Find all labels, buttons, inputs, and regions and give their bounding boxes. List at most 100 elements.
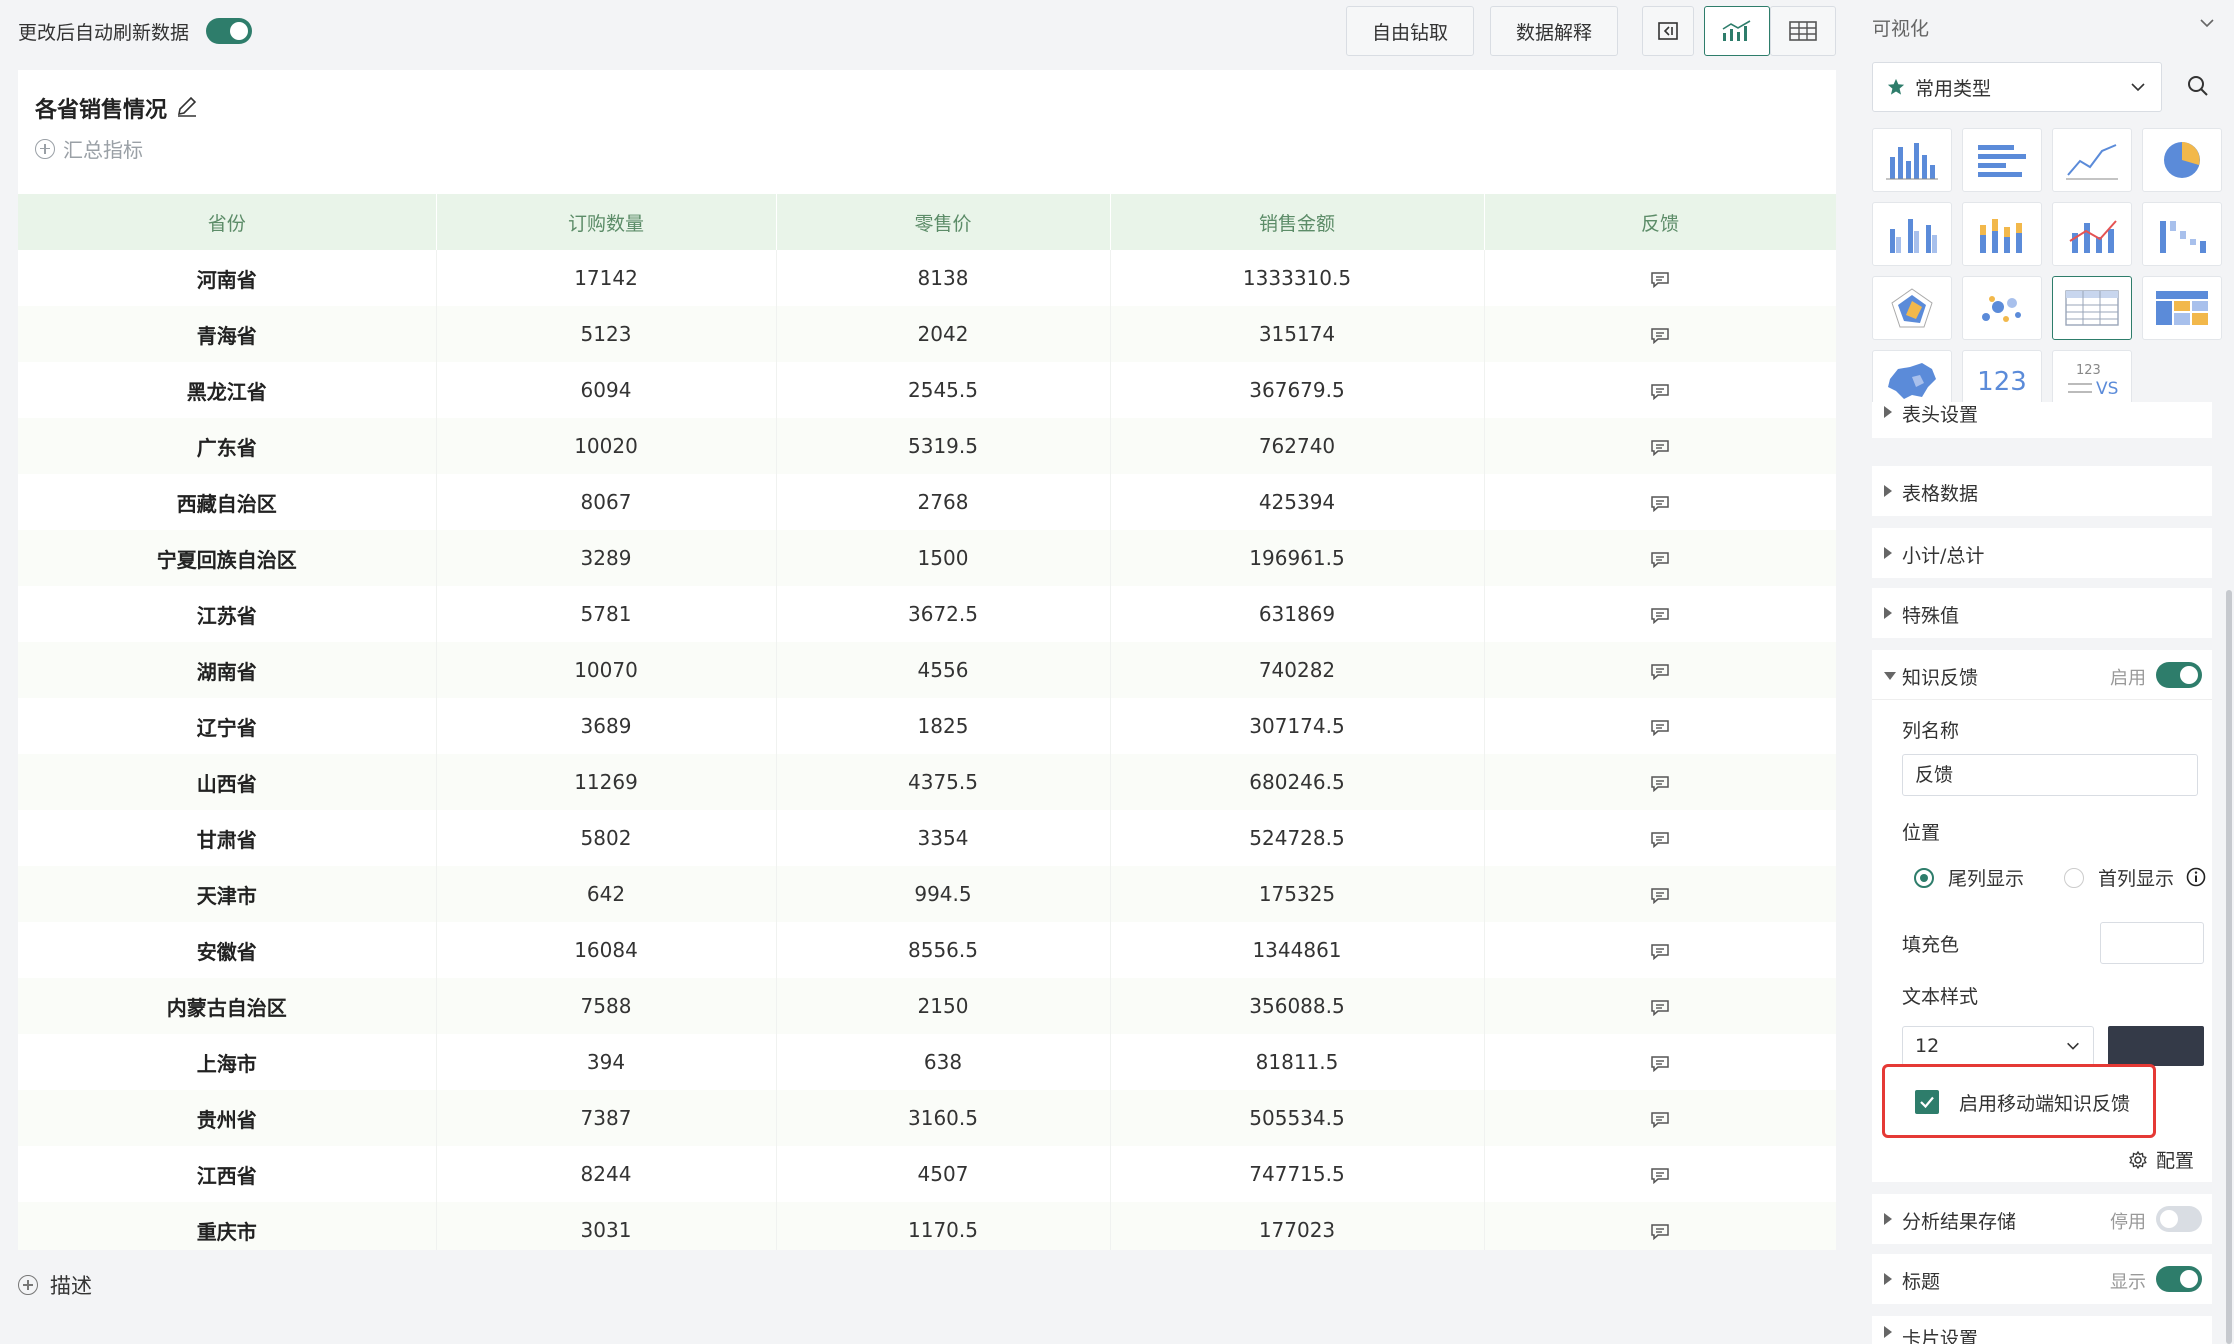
feedback-icon[interactable] [1650,551,1670,568]
radio-tail-column[interactable] [1914,868,1934,888]
collapse-panel-button[interactable] [1642,6,1694,56]
section-subtotal[interactable]: 小计/总计 [1872,528,2212,578]
cell-feedback[interactable] [1484,866,1836,922]
font-size-value: 12 [1915,1035,1940,1057]
feedback-icon[interactable] [1650,943,1670,960]
feedback-icon[interactable] [1650,1167,1670,1184]
cell-feedback[interactable] [1484,754,1836,810]
section-knowledge-feedback[interactable]: 知识反馈 启用 [1872,650,2212,700]
analysis-storage-toggle[interactable] [2156,1206,2202,1232]
cell-feedback[interactable] [1484,1202,1836,1250]
chart-type-column[interactable] [1872,128,1952,192]
edit-title-icon[interactable] [175,94,199,118]
feedback-icon[interactable] [1650,495,1670,512]
feedback-icon[interactable] [1650,1111,1670,1128]
chart-type-scatter[interactable] [1962,276,2042,340]
radio-head-column[interactable] [2064,868,2084,888]
cell-feedback[interactable] [1484,922,1836,978]
chart-type-combo[interactable] [2052,202,2132,266]
cell-amount: 762740 [1110,418,1485,474]
chart-type-line[interactable] [2052,128,2132,192]
column-header-price[interactable]: 零售价 [776,194,1111,250]
add-summary-metric[interactable]: 汇总指标 [35,134,143,163]
chart-type-stacked-column[interactable] [1962,202,2042,266]
cell-feedback[interactable] [1484,698,1836,754]
chart-type-pivot[interactable] [2142,276,2222,340]
feedback-icon[interactable] [1650,775,1670,792]
chart-type-bar[interactable] [1962,128,2042,192]
feedback-icon[interactable] [1650,831,1670,848]
data-explain-button[interactable]: 数据解释 [1490,6,1618,56]
feedback-icon[interactable] [1650,719,1670,736]
chart-type-select[interactable]: 常用类型 [1872,62,2162,112]
drill-button[interactable]: 自由钻取 [1346,6,1474,56]
chart-type-pie[interactable] [2142,128,2222,192]
cell-feedback[interactable] [1484,1034,1836,1090]
fill-color-picker[interactable] [2100,922,2204,964]
cell-feedback[interactable] [1484,586,1836,642]
section-table-data[interactable]: 表格数据 [1872,466,2212,516]
cell-feedback[interactable] [1484,250,1836,306]
info-icon[interactable] [2186,867,2206,887]
section-table-header[interactable]: 表头设置 [1872,402,2212,438]
feedback-icon[interactable] [1650,663,1670,680]
feedback-icon[interactable] [1650,999,1670,1016]
knowledge-feedback-toggle[interactable] [2156,662,2202,688]
cell-quantity: 642 [436,866,777,922]
cell-feedback[interactable] [1484,306,1836,362]
chart-type-table[interactable] [2052,276,2132,340]
column-header-quantity[interactable]: 订购数量 [436,194,777,250]
cell-quantity: 16084 [436,922,777,978]
feedback-icon[interactable] [1650,1223,1670,1240]
mobile-feedback-checkbox[interactable] [1915,1090,1939,1114]
search-icon[interactable] [2184,72,2212,100]
section-title[interactable]: 标题 显示 [1872,1254,2212,1304]
feedback-icon[interactable] [1650,271,1670,288]
text-style-label: 文本样式 [1902,986,1979,1008]
cell-feedback[interactable] [1484,642,1836,698]
font-size-select[interactable]: 12 [1902,1026,2094,1066]
check-icon [1920,1096,1934,1109]
column-name-input[interactable]: 反馈 [1902,754,2198,796]
cell-price: 1825 [776,698,1111,754]
cell-feedback[interactable] [1484,362,1836,418]
text-color-picker[interactable] [2108,1026,2204,1066]
title-toggle[interactable] [2156,1266,2202,1292]
cell-feedback[interactable] [1484,530,1836,586]
cell-feedback[interactable] [1484,1090,1836,1146]
chevron-down-icon[interactable] [2198,14,2216,32]
feedback-icon[interactable] [1650,439,1670,456]
chart-view-button[interactable] [1704,6,1770,56]
feedback-icon[interactable] [1650,383,1670,400]
chart-type-waterfall[interactable] [2142,202,2222,266]
auto-refresh-toggle[interactable] [206,18,252,44]
feedback-icon[interactable] [1650,887,1670,904]
line-chart-icon [2066,144,2118,180]
section-card-settings[interactable]: 卡片设置 [1872,1316,2212,1344]
cell-province: 山西省 [18,754,437,810]
feedback-icon[interactable] [1650,1055,1670,1072]
column-header-province[interactable]: 省份 [18,194,437,250]
cell-quantity: 6094 [436,362,777,418]
table-row: 湖南省 10070 4556 740282 [18,642,1836,698]
add-description[interactable]: 描述 [18,1270,92,1300]
cell-feedback[interactable] [1484,810,1836,866]
config-link[interactable]: 配置 [2128,1146,2194,1173]
radio-tail-label: 尾列显示 [1948,868,2025,890]
feedback-icon[interactable] [1650,607,1670,624]
panel-title: 可视化 [1872,18,1930,40]
cell-feedback[interactable] [1484,418,1836,474]
column-header-feedback[interactable]: 反馈 [1484,194,1836,250]
feedback-icon[interactable] [1650,327,1670,344]
section-special-values[interactable]: 特殊值 [1872,588,2212,638]
column-header-amount[interactable]: 销售金额 [1110,194,1485,250]
section-analysis-storage[interactable]: 分析结果存储 停用 [1872,1194,2212,1244]
cell-price: 2545.5 [776,362,1111,418]
panel-scrollbar[interactable] [2226,590,2232,1344]
cell-feedback[interactable] [1484,474,1836,530]
chart-type-radar[interactable] [1872,276,1952,340]
cell-feedback[interactable] [1484,978,1836,1034]
chart-type-grouped-column[interactable] [1872,202,1952,266]
table-view-button[interactable] [1770,6,1836,56]
cell-feedback[interactable] [1484,1146,1836,1202]
